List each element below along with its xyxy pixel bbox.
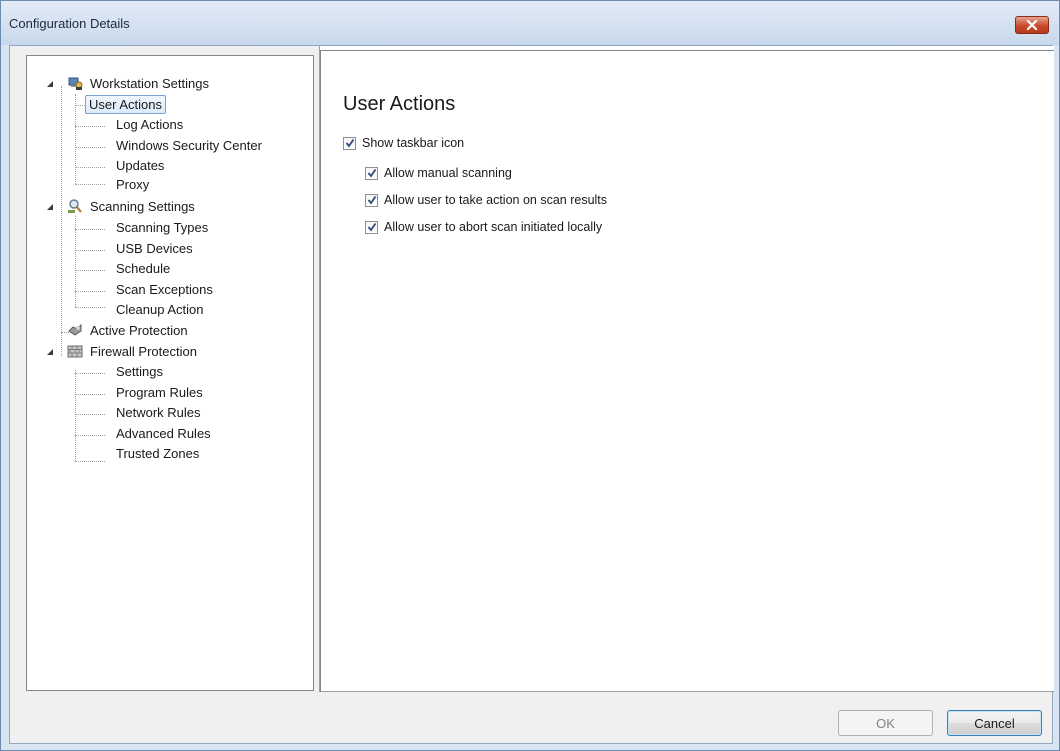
firewall-icon [67,345,83,358]
tree-item-advanced-rules[interactable]: Advanced Rules [113,425,214,444]
checkmark-icon [367,222,376,232]
tree-item-log-actions[interactable]: Log Actions [113,116,186,135]
configuration-window: Configuration Details Workstation Settin… [0,0,1060,751]
tree-item-network-rules[interactable]: Network Rules [113,404,204,423]
allow-action-on-results-label[interactable]: Allow user to take action on scan result… [384,193,607,207]
tree-node-scanning-settings[interactable]: Scanning Settings [87,198,198,217]
checkmark-icon [345,138,354,148]
tree-item-cleanup-action[interactable]: Cleanup Action [113,301,206,320]
window-title: Configuration Details [9,16,130,31]
settings-content: User Actions Show taskbar icon Allow man… [320,50,1054,692]
collapse-arrow-icon[interactable] [46,203,54,211]
show-taskbar-icon-label[interactable]: Show taskbar icon [362,136,464,150]
tree-node-active-protection[interactable]: Active Protection [87,322,191,341]
allow-abort-scan-label[interactable]: Allow user to abort scan initiated local… [384,220,602,234]
allow-action-on-results-checkbox[interactable] [365,193,378,207]
tree-item-trusted-zones[interactable]: Trusted Zones [113,445,202,464]
ok-button[interactable]: OK [838,710,933,736]
tree-node-firewall-protection[interactable]: Firewall Protection [87,343,200,362]
section-heading: User Actions [343,93,456,115]
close-icon [1026,20,1038,30]
show-taskbar-icon-option[interactable]: Show taskbar icon [343,135,464,151]
scanning-icon [68,199,82,213]
cancel-button[interactable]: Cancel [947,710,1042,736]
dialog-client-area: Workstation Settings User Actions Log Ac… [9,45,1054,744]
settings-tree: Workstation Settings User Actions Log Ac… [26,55,314,691]
tree-item-scan-exceptions[interactable]: Scan Exceptions [113,281,216,300]
close-button[interactable] [1015,16,1049,34]
allow-manual-scanning-option[interactable]: Allow manual scanning [365,165,512,181]
allow-manual-scanning-checkbox[interactable] [365,166,378,180]
checkmark-icon [367,195,376,205]
checkmark-icon [367,168,376,178]
active-protection-icon [68,323,82,336]
tree-item-usb-devices[interactable]: USB Devices [113,240,196,259]
collapse-arrow-icon[interactable] [46,348,54,356]
workstation-icon [68,77,83,90]
allow-abort-scan-checkbox[interactable] [365,220,378,234]
show-taskbar-icon-checkbox[interactable] [343,136,356,150]
tree-item-settings[interactable]: Settings [113,363,166,382]
tree-item-updates[interactable]: Updates [113,157,167,176]
tree-item-proxy[interactable]: Proxy [113,176,152,195]
title-bar[interactable]: Configuration Details [1,1,1059,45]
collapse-arrow-icon[interactable] [46,80,54,88]
allow-abort-scan-option[interactable]: Allow user to abort scan initiated local… [365,219,602,235]
allow-action-on-results-option[interactable]: Allow user to take action on scan result… [365,192,607,208]
tree-item-scanning-types[interactable]: Scanning Types [113,219,211,238]
tree-item-schedule[interactable]: Schedule [113,260,173,279]
settings-content-panel: User Actions Show taskbar icon Allow man… [319,46,1054,692]
allow-manual-scanning-label[interactable]: Allow manual scanning [384,166,512,180]
tree-node-workstation-settings[interactable]: Workstation Settings [87,75,212,94]
tree-item-user-actions[interactable]: User Actions [85,95,166,114]
tree-item-windows-security-center[interactable]: Windows Security Center [113,137,265,156]
tree-item-program-rules[interactable]: Program Rules [113,384,206,403]
